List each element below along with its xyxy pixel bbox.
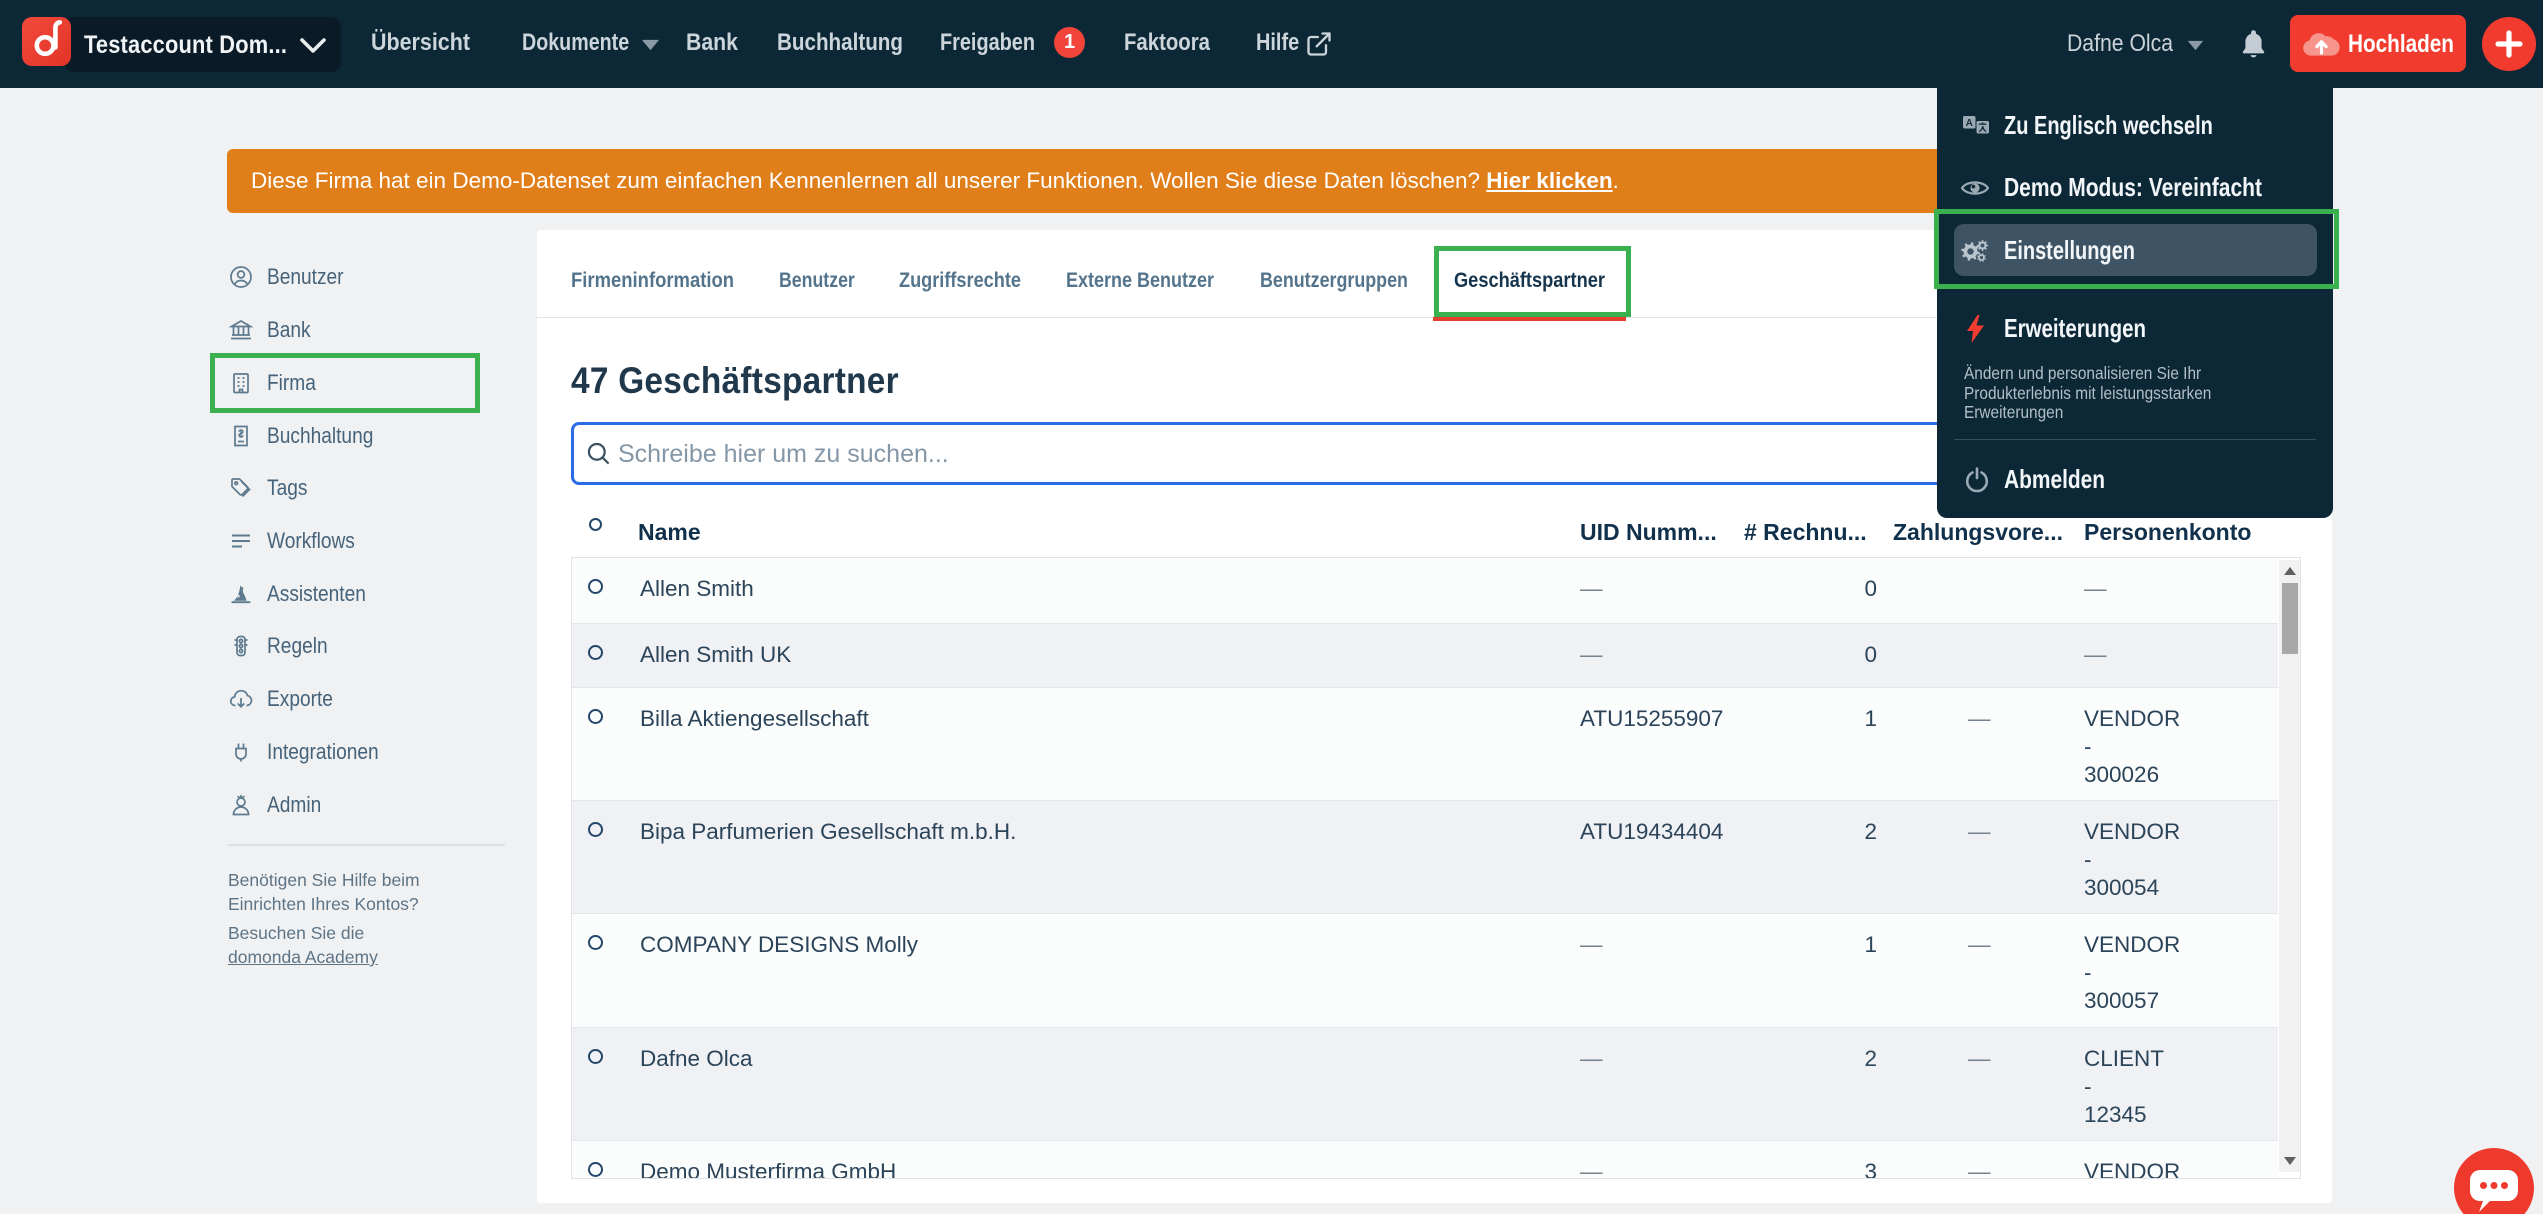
svg-text:A: A (1966, 118, 1973, 129)
